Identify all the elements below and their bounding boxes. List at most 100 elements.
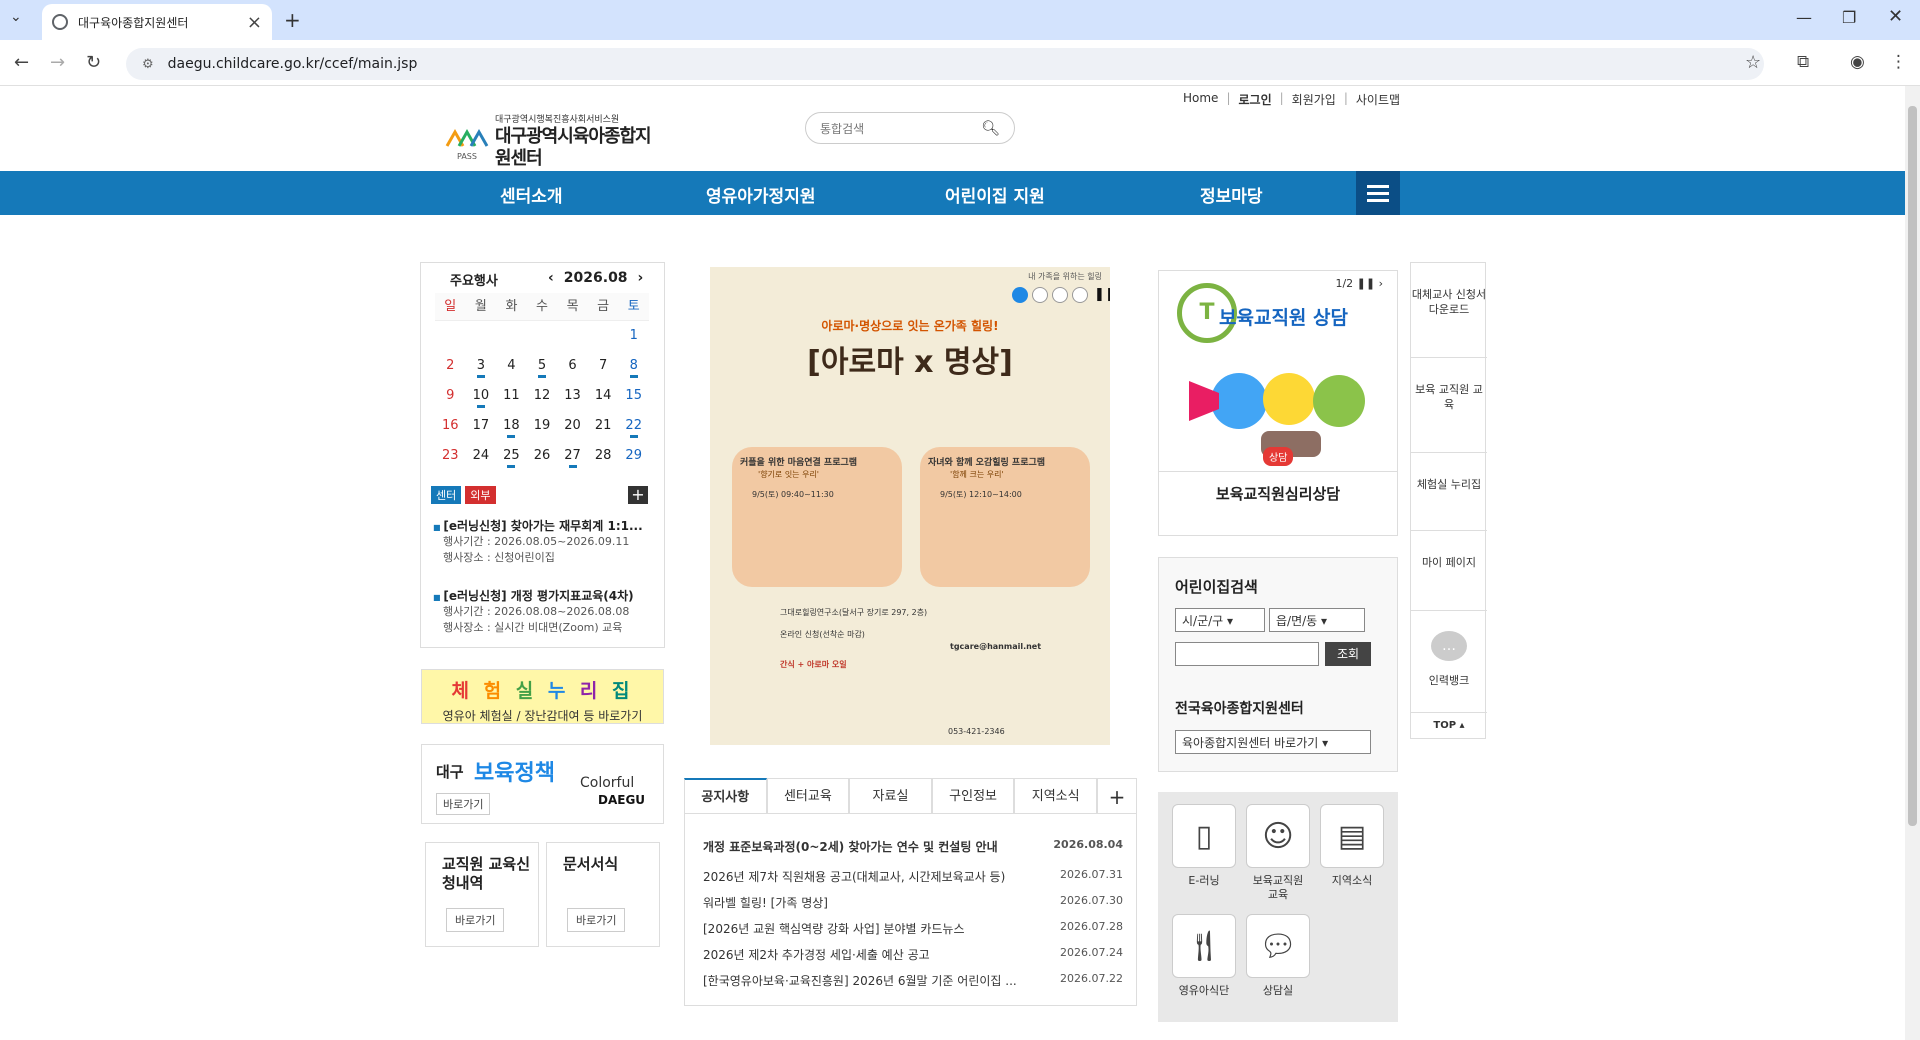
back-icon[interactable]: ←	[14, 52, 29, 73]
main-visual-poster[interactable]: 내 가족을 위하는 힐링 ❚❚ ▶ 아로마·명상으로 잇는 온가족 힐링! [아…	[710, 267, 1110, 745]
tab-edu[interactable]: 센터교육	[766, 778, 850, 813]
city-select[interactable]: 시/군/구 ▾	[1175, 608, 1265, 632]
next-icon[interactable]: ›	[1379, 277, 1383, 290]
slide-dot[interactable]	[1012, 287, 1028, 303]
minimize-icon[interactable]: —	[1796, 8, 1812, 27]
shortcut-local-news[interactable]: ▤ 지역소식	[1320, 804, 1384, 888]
profile-icon[interactable]: ◉	[1850, 52, 1865, 72]
experience-room-banner[interactable]: 체 험 실 누 리 집 영유아 체험실 / 장난감대여 등 바로가기	[421, 669, 664, 724]
calendar-day[interactable]: 11	[496, 381, 527, 411]
calendar-day[interactable]: 27	[557, 441, 588, 471]
tab-resources[interactable]: 자료실	[849, 778, 932, 813]
daycare-name-input[interactable]	[1175, 642, 1319, 666]
calendar-day[interactable]: 6	[557, 351, 588, 381]
calendar-day[interactable]: 19	[527, 411, 558, 441]
notice-item[interactable]: [2026년 교원 핵심역량 강화 사업] 분야별 카드뉴스 2026.07.28	[703, 920, 1123, 937]
notice-more-button[interactable]: +	[1096, 778, 1137, 813]
calendar-day[interactable]: 2	[435, 351, 466, 381]
tab-notice[interactable]: 공지사항	[684, 778, 767, 813]
pause-icon[interactable]: ❚❚	[1357, 277, 1375, 290]
scrollbar-thumb[interactable]	[1908, 106, 1917, 826]
counsel-banner[interactable]: 1/2 ❚❚ › T 보육교직원 상담 상담 보육교직원심리상담	[1158, 270, 1398, 536]
login-link[interactable]: 로그인	[1238, 91, 1271, 108]
calendar-day[interactable]: 8	[618, 351, 649, 381]
search-icon[interactable]: 🔍︎	[981, 119, 1000, 137]
calendar-day[interactable]: 5	[527, 351, 558, 381]
shortcut-elearning[interactable]: ▯ E-러닝	[1172, 804, 1236, 888]
calendar-more-button[interactable]: +	[628, 486, 648, 504]
dong-select[interactable]: 읍/면/동 ▾	[1269, 608, 1365, 632]
calendar-day[interactable]: 29	[618, 441, 649, 471]
notice-item[interactable]: 2026년 제2차 추가경정 세입·세출 예산 공고 2026.07.24	[703, 946, 1123, 963]
calendar-day[interactable]: 26	[527, 441, 558, 471]
staff-edu-go[interactable]: 바로가기	[446, 908, 505, 932]
slide-dot[interactable]	[1052, 287, 1068, 303]
calendar-day[interactable]: 15	[618, 381, 649, 411]
forward-icon[interactable]: →	[50, 52, 65, 73]
calendar-day[interactable]: 17	[466, 411, 497, 441]
tab-local[interactable]: 지역소식	[1014, 778, 1097, 813]
calendar-day[interactable]: 7	[588, 351, 619, 381]
badge-center[interactable]: 센터	[431, 486, 462, 504]
prev-month-icon[interactable]: ‹	[548, 270, 554, 286]
calendar-day[interactable]: 28	[588, 441, 619, 471]
bookmark-star-icon[interactable]: ☆	[1745, 52, 1761, 73]
calendar-day[interactable]: 16	[435, 411, 466, 441]
search-input[interactable]: 통합검색 🔍︎	[805, 112, 1015, 144]
calendar-day[interactable]: 13	[557, 381, 588, 411]
calendar-day[interactable]: 25	[496, 441, 527, 471]
close-window-icon[interactable]: ✕	[1888, 6, 1903, 27]
notice-item[interactable]: [한국영유아보육·교육진흥원] 2026년 6월말 기준 어린이집 ... 202…	[703, 972, 1123, 989]
shortcut-staff-edu[interactable]: ☺ 보육교직원 교육	[1246, 804, 1310, 902]
join-link[interactable]: 회원가입	[1292, 91, 1336, 108]
extensions-icon[interactable]: ⧉	[1797, 52, 1809, 72]
reload-icon[interactable]: ↻	[86, 52, 101, 73]
new-tab-icon[interactable]: +	[284, 8, 301, 32]
browser-tab[interactable]: 대구육아종합지원센터 ×	[42, 4, 272, 40]
calendar-day[interactable]: 24	[466, 441, 497, 471]
quick-staff-edu[interactable]: 보육 교직원 교육	[1411, 358, 1487, 453]
quick-mypage[interactable]: 마이 페이지	[1411, 531, 1487, 611]
event-item[interactable]: [e러닝신청] 찾아가는 재무회계 1:1... 행사기간 : 2026.08.…	[433, 517, 655, 566]
gnb-item-center[interactable]: 센터소개	[500, 182, 563, 207]
restore-icon[interactable]: ❐	[1842, 8, 1856, 27]
site-logo[interactable]: PASS 대구광역시행복진흥사회서비스원 대구광역시육아종합지원센터	[445, 115, 655, 169]
all-menu-button[interactable]	[1356, 171, 1400, 215]
quick-substitute-teacher[interactable]: 대체교사 신청서 다운로드	[1411, 263, 1487, 358]
calendar-day[interactable]: 21	[588, 411, 619, 441]
lookup-button[interactable]: 조회	[1325, 642, 1371, 666]
slide-dot[interactable]	[1072, 287, 1088, 303]
home-link[interactable]: Home	[1183, 91, 1218, 108]
gnb-item-info[interactable]: 정보마당	[1200, 182, 1263, 207]
shortcut-counsel[interactable]: 💬︎ 상담실	[1246, 914, 1310, 998]
quick-experience[interactable]: 체험실 누리집	[1411, 453, 1487, 531]
staff-edu-box[interactable]: 교직원 교육신청내역 바로가기	[425, 842, 539, 947]
notice-item[interactable]: 개정 표준보육과정(0~2세) 찾아가는 연수 및 컨설팅 안내 2026.08.…	[703, 838, 1123, 855]
calendar-day[interactable]: 14	[588, 381, 619, 411]
menu-icon[interactable]: ⋮	[1890, 52, 1907, 72]
slide-dot[interactable]	[1032, 287, 1048, 303]
pause-icon[interactable]: ❚❚	[1094, 287, 1110, 305]
notice-item[interactable]: 워라벨 힐링! [가족 명상] 2026.07.30	[703, 894, 1123, 911]
site-info-icon[interactable]: ⚙	[142, 57, 154, 72]
forms-box[interactable]: 문서서식 바로가기	[546, 842, 660, 947]
gnb-item-daycare[interactable]: 어린이집 지원	[945, 182, 1045, 207]
center-select[interactable]: 육아종합지원센터 바로가기 ▾	[1175, 730, 1371, 754]
next-month-icon[interactable]: ›	[638, 270, 644, 286]
calendar-day[interactable]: 4	[496, 351, 527, 381]
banner2-go[interactable]: 바로가기	[436, 793, 491, 815]
tab-search-icon[interactable]: ⌄	[10, 9, 22, 25]
calendar-day[interactable]: 3	[466, 351, 497, 381]
quick-job-bank[interactable]: … 인력뱅크	[1411, 611, 1487, 713]
tab-jobs[interactable]: 구인정보	[931, 778, 1015, 813]
shortcut-menu[interactable]: 🍴︎ 영유아식단	[1172, 914, 1236, 998]
omnibox[interactable]: ⚙ daegu.childcare.go.kr/ccef/main.jsp	[126, 48, 1764, 80]
top-button[interactable]: TOP ▴	[1411, 712, 1487, 738]
calendar-day[interactable]: 18	[496, 411, 527, 441]
daegu-policy-banner[interactable]: 대구 보육정책 바로가기 Colorful DAEGU	[421, 744, 664, 824]
close-tab-icon[interactable]: ×	[247, 12, 262, 33]
gnb-item-family[interactable]: 영유아가정지원	[706, 182, 815, 207]
badge-external[interactable]: 외부	[465, 486, 496, 504]
sitemap-link[interactable]: 사이트맵	[1356, 91, 1400, 108]
calendar-day[interactable]: 22	[618, 411, 649, 441]
